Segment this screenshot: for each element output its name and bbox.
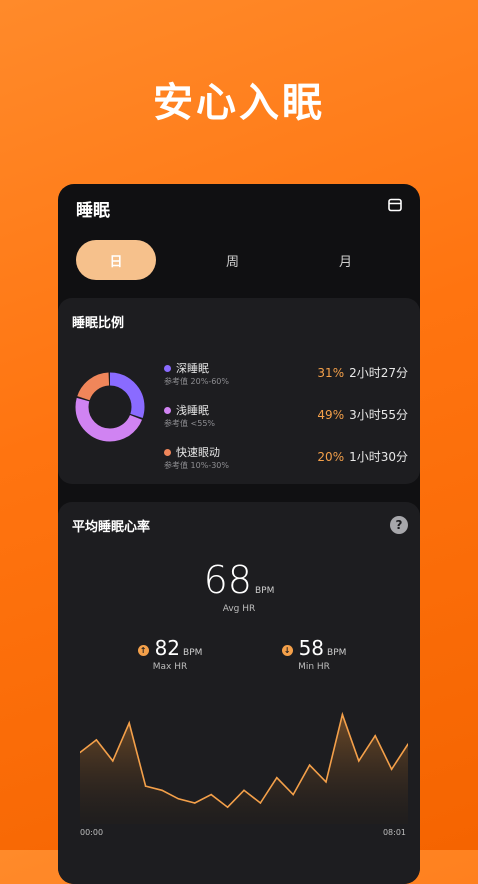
min-hr-unit: BPM xyxy=(327,648,347,658)
max-hr: ↑ 82 BPM Max HR xyxy=(110,636,230,672)
legend-duration: 2小时27分 xyxy=(349,366,408,380)
legend-ref: 参考值 <55% xyxy=(164,419,216,428)
legend-rem: 快速眼动 参考值 10%-30% 20% 1小时30分 xyxy=(164,444,408,476)
headline: 安心入眠 xyxy=(153,80,325,126)
heart-rate-chart xyxy=(80,711,408,824)
legend-ref: 参考值 10%-30% xyxy=(164,461,229,470)
sleep-ratio-donut xyxy=(75,372,145,442)
avg-hr: 68 BPM Avg HR xyxy=(58,558,420,614)
hr-point-2 xyxy=(112,760,114,762)
hr-area xyxy=(80,714,408,824)
hr-point-11 xyxy=(259,802,262,804)
legend-duration: 1小时30分 xyxy=(349,450,408,464)
avg-hr-unit: BPM xyxy=(254,586,275,596)
legend-label: 快速眼动 xyxy=(176,446,220,459)
hr-point-6 xyxy=(177,797,180,800)
arrow-down-icon: ↓ xyxy=(281,645,293,656)
legend-deep-sleep: 深睡眠 参考值 20%-60% 31% 2小时27分 xyxy=(164,360,408,392)
min-hr-value: 58 xyxy=(298,636,325,660)
hr-point-5 xyxy=(161,789,163,792)
page-title: 睡眠 xyxy=(76,201,110,221)
hr-point-3 xyxy=(128,722,130,724)
hr-point-9 xyxy=(226,806,229,808)
tab-week[interactable]: 周 xyxy=(176,240,289,280)
tab-month[interactable]: 月 xyxy=(289,240,402,280)
hr-point-13 xyxy=(292,793,294,796)
card-title: 平均睡眠心率 xyxy=(72,520,151,535)
hr-point-17 xyxy=(358,760,360,762)
light-dot-icon xyxy=(164,406,171,414)
sleep-ratio-card: 睡眠比例 深睡眠 参考值 20%-60% 31% 2小时27分 浅睡眠 参考值 <… xyxy=(58,298,420,484)
legend-ref: 参考值 20%-60% xyxy=(164,377,229,386)
rem-dot-icon xyxy=(164,448,171,456)
max-hr-label: Max HR xyxy=(152,662,188,672)
tab-day[interactable]: 日 xyxy=(76,240,156,280)
arrow-up-icon: ↑ xyxy=(137,645,149,656)
legend-percent: 20% xyxy=(317,450,345,464)
hr-point-1 xyxy=(95,739,98,741)
min-hr: ↓ 58 BPM Min HR xyxy=(254,636,374,672)
chart-end-time: 08:01 xyxy=(382,828,406,837)
hr-point-16 xyxy=(341,713,344,716)
chart-start-time: 00:00 xyxy=(80,828,104,837)
hr-point-12 xyxy=(276,776,278,779)
hr-point-10 xyxy=(243,789,245,792)
app-screen: 睡眠 日 周 月 睡眠比例 深睡眠 参考值 20%-60% 31% 2小时27分 … xyxy=(58,184,420,884)
max-hr-value: 82 xyxy=(154,636,181,660)
legend-label: 深睡眠 xyxy=(176,362,209,375)
card-title: 睡眠比例 xyxy=(72,316,125,331)
legend-light-sleep: 浅睡眠 参考值 <55% 49% 3小时55分 xyxy=(164,402,408,434)
hr-point-19 xyxy=(390,768,393,771)
avg-hr-value: 68 xyxy=(203,558,252,602)
period-tabs: 日 周 月 xyxy=(76,240,402,280)
max-hr-unit: BPM xyxy=(183,648,203,658)
hr-point-4 xyxy=(144,785,147,787)
help-icon[interactable]: ? xyxy=(390,516,408,534)
legend-percent: 31% xyxy=(317,366,345,380)
min-hr-label: Min HR xyxy=(298,662,330,672)
hr-point-7 xyxy=(194,802,196,804)
hr-point-15 xyxy=(325,781,327,783)
deep-dot-icon xyxy=(164,364,171,372)
hr-point-18 xyxy=(374,734,377,737)
legend-label: 浅睡眠 xyxy=(176,404,209,417)
heart-rate-card: 平均睡眠心率 ? 68 BPM Avg HR ↑ 82 BPM Max HR ↓ 58 B… xyxy=(58,502,420,884)
avg-hr-label: Avg HR xyxy=(222,604,256,614)
legend-percent: 49% xyxy=(317,408,345,422)
hr-point-8 xyxy=(210,793,212,796)
hr-point-14 xyxy=(308,764,311,766)
calendar-icon[interactable] xyxy=(388,198,402,212)
legend-duration: 3小时55分 xyxy=(349,408,408,422)
